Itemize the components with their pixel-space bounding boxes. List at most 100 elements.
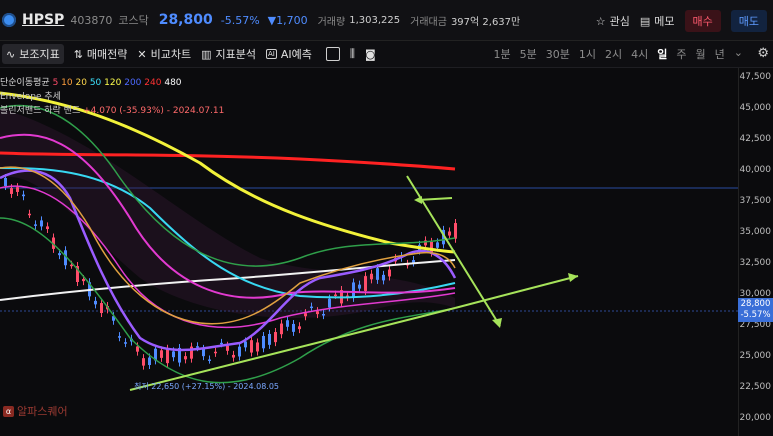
candle-body — [148, 357, 151, 366]
candle-body — [376, 268, 379, 280]
envelope-legend-row[interactable]: Envelope 추세 — [0, 90, 224, 104]
y-tick: 40,000 — [739, 165, 772, 175]
candle-body — [412, 260, 415, 263]
candle-type-button[interactable]: ⫼ — [350, 47, 355, 61]
candle-body — [40, 220, 43, 227]
candle-body — [304, 313, 307, 317]
layout-button[interactable] — [325, 47, 340, 61]
period-day[interactable]: 일 — [657, 46, 667, 62]
y-tick: 25,000 — [739, 351, 772, 361]
candle-body — [250, 340, 253, 353]
settings-gear-icon[interactable]: ⚙ — [757, 46, 769, 61]
watermark-text: 알파스퀘어 — [17, 405, 68, 418]
ma-5: 5 — [52, 78, 59, 88]
camera-icon: ◙ — [364, 47, 376, 61]
ma-200: 200 — [124, 78, 142, 88]
candle-body — [100, 303, 103, 314]
ma-label: 단순이동평균 — [0, 78, 50, 88]
stock-code: 403870 — [70, 13, 113, 27]
ai-predict-button[interactable]: AI AI예측 — [266, 46, 312, 62]
header-actions: ☆ 관심 ▤ 메모 매수 매도 — [596, 10, 767, 32]
y-tick: 35,000 — [739, 227, 772, 237]
period-2h[interactable]: 2시 — [605, 46, 622, 62]
candle-body — [208, 359, 211, 361]
marker-price: 28,800 — [740, 299, 771, 309]
screenshot-button[interactable]: ◙ — [365, 48, 376, 61]
envelope-label: Envelope 추세 — [0, 92, 61, 102]
price-chart[interactable] — [0, 68, 738, 436]
candle-body — [124, 342, 127, 344]
strategy-icon: ⇅ — [73, 47, 83, 61]
low-annotation: 최저 22,650 (+27.15%) - 2024.08.05 — [134, 382, 280, 391]
ma-legend-row[interactable]: 단순이동평균 5 10 20 50 120 200 240 480 — [0, 76, 224, 90]
volume-label: 거래량 — [317, 16, 346, 28]
candle-body — [46, 226, 49, 230]
memo-label: 메모 — [654, 15, 675, 28]
price-axis[interactable]: 47,500 45,000 42,500 40,000 37,500 35,00… — [738, 68, 773, 436]
candle-body — [292, 323, 295, 332]
market-name: 코스닥 — [118, 14, 149, 27]
strategy-button[interactable]: ⇅ 매매전략 — [74, 46, 128, 62]
candle-body — [256, 342, 259, 352]
candle-body — [322, 314, 325, 316]
change-percent: -5.57% — [220, 13, 260, 27]
candle-body — [310, 306, 313, 309]
candle-body — [352, 282, 355, 298]
bollinger-legend-row[interactable]: 볼린저밴드 하락 밴드 +4.070 (-35.93%) - 2024.07.1… — [0, 104, 224, 118]
candlestick-icon: ⫼ — [349, 47, 355, 60]
compare-button[interactable]: ✕ 비교차트 — [137, 46, 191, 62]
indicator-icon: ∿ — [6, 47, 16, 61]
period-1m[interactable]: 1분 — [494, 46, 511, 62]
candle-body — [298, 326, 301, 330]
candle-body — [214, 351, 217, 354]
candle-body — [436, 242, 439, 248]
star-icon: ☆ — [595, 14, 606, 28]
current-price: 28,800 — [158, 12, 213, 28]
change-amount: ▼1,700 — [267, 13, 308, 27]
period-year[interactable]: 년 — [715, 46, 725, 62]
compare-icon: ✕ — [137, 47, 147, 61]
candle-body — [196, 346, 199, 348]
y-tick: 32,500 — [739, 258, 772, 268]
candle-body — [370, 273, 373, 280]
analysis-button[interactable]: ▥ 지표분석 — [201, 46, 256, 62]
candle-body — [172, 351, 175, 358]
period-30m[interactable]: 30분 — [546, 46, 570, 62]
buy-button[interactable]: 매수 — [684, 10, 721, 32]
indicators-button[interactable]: ∿ 보조지표 — [2, 44, 64, 64]
period-month[interactable]: 월 — [696, 46, 706, 62]
period-4h[interactable]: 4시 — [631, 46, 648, 62]
watermark: α 알파스퀘어 — [3, 403, 68, 419]
candle-body — [58, 253, 61, 256]
stock-logo-icon — [2, 13, 16, 27]
bollinger-label: 볼린저밴드 하락 밴드 — [0, 106, 81, 116]
candle-body — [328, 298, 331, 308]
period-week[interactable]: 주 — [676, 46, 686, 62]
ticker-symbol[interactable]: HPSP — [22, 12, 64, 28]
sell-button[interactable]: 매도 — [730, 10, 767, 32]
candle-body — [220, 342, 223, 345]
candle-body — [22, 194, 25, 197]
y-tick: 37,500 — [739, 196, 772, 206]
candle-body — [28, 213, 31, 216]
candle-body — [136, 346, 139, 352]
watermark-logo-icon: α — [3, 405, 14, 417]
candle-body — [226, 345, 229, 351]
watch-button[interactable]: ☆ 관심 — [596, 13, 630, 29]
candle-body — [244, 341, 247, 348]
period-1h[interactable]: 1시 — [579, 46, 596, 62]
candle-body — [238, 346, 241, 357]
candle-body — [448, 231, 451, 236]
y-tick: 47,500 — [739, 72, 772, 82]
candle-body — [454, 223, 457, 239]
amount-value: 397억 2,637만 — [450, 16, 521, 28]
candle-body — [4, 178, 7, 186]
candle-body — [16, 187, 19, 192]
chevron-down-icon[interactable]: ⌄ — [734, 46, 743, 62]
ma-50: 50 — [89, 78, 102, 88]
candle-body — [118, 336, 121, 338]
period-5m[interactable]: 5분 — [520, 46, 537, 62]
top-bar: HPSP 403870 코스닥 28,800 -5.57% ▼1,700 거래량… — [0, 0, 773, 41]
volume-value: 1,303,225 — [349, 14, 401, 26]
memo-button[interactable]: ▤ 메모 — [640, 13, 675, 29]
